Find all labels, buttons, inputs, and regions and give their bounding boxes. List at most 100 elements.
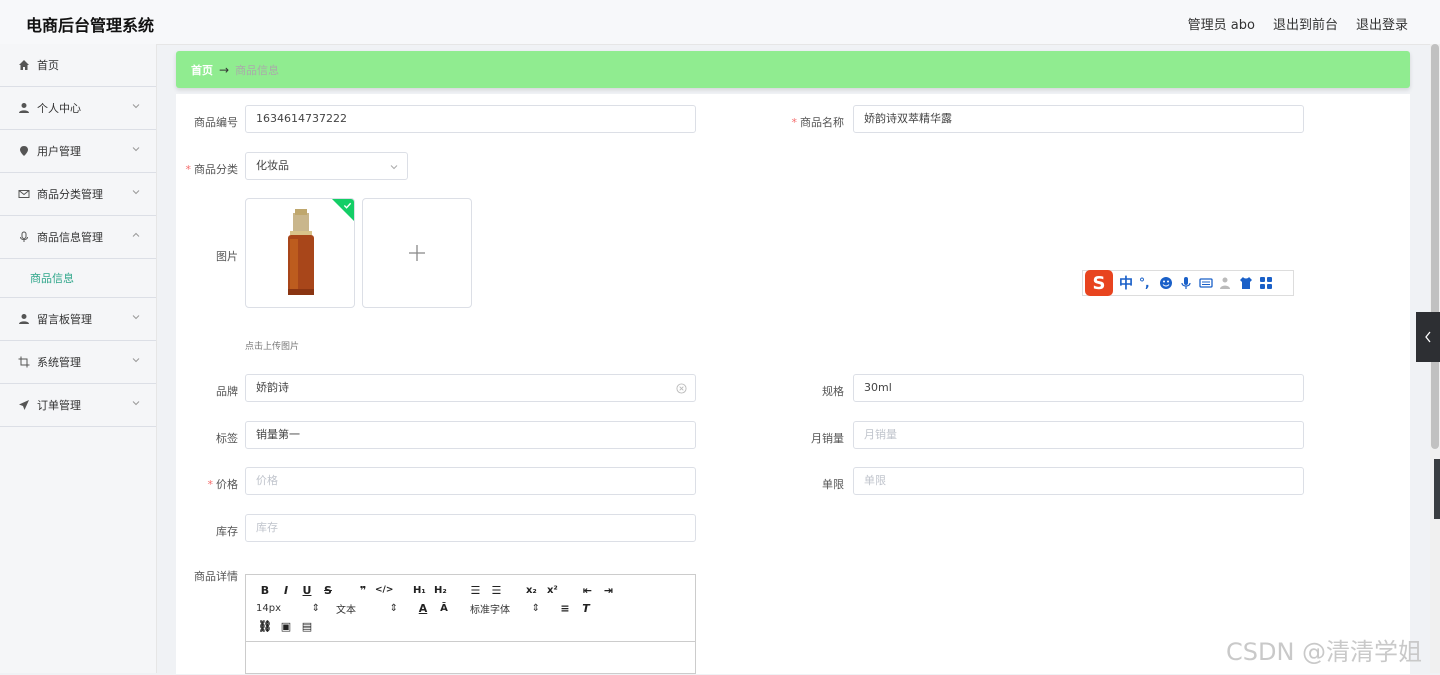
- bold-button[interactable]: B: [256, 582, 274, 598]
- chevron-down-icon: [132, 147, 140, 152]
- stock-input[interactable]: 库存: [245, 514, 696, 542]
- spec-label: 规格: [822, 385, 844, 398]
- product-form: 商品编号 1634614737222 * 商品名称 娇韵诗双萃精华露 * 商品分类 …: [176, 94, 1410, 674]
- stock-label: 库存: [216, 525, 238, 538]
- sidebar-item-message-board[interactable]: 留言板管理: [0, 298, 156, 341]
- keyboard-icon[interactable]: [1199, 276, 1213, 290]
- heading2-button[interactable]: H₂: [431, 582, 449, 598]
- sidebar-item-user-management[interactable]: 用户管理: [0, 130, 156, 173]
- scrollbar-thumb[interactable]: [1431, 44, 1439, 449]
- sidebar-item-label: 订单管理: [37, 399, 81, 412]
- product-code-input[interactable]: 1634614737222: [245, 105, 696, 133]
- image-icon[interactable]: ▣: [277, 618, 295, 634]
- align-icon[interactable]: ≡: [556, 600, 574, 616]
- product-code-label: 商品编号: [194, 116, 238, 129]
- tag-input[interactable]: 销量第一: [245, 421, 696, 449]
- microphone-icon: [18, 231, 30, 243]
- sidebar-item-label: 留言板管理: [37, 313, 92, 326]
- main-content: 首页 → 商品信息 商品编号 1634614737222 * 商品名称 娇韵诗双萃…: [176, 51, 1410, 674]
- editor-content[interactable]: [246, 642, 695, 675]
- voice-icon[interactable]: [1179, 276, 1193, 290]
- code-icon[interactable]: </>: [375, 582, 393, 598]
- chevron-down-icon: [132, 358, 140, 363]
- upload-hint: 点击上传图片: [245, 342, 300, 352]
- home-icon: [18, 59, 30, 71]
- skin-icon[interactable]: [1239, 276, 1253, 290]
- sidebar-subitem-product-info[interactable]: 商品信息: [0, 259, 156, 298]
- category-label: * 商品分类: [185, 163, 239, 176]
- brand-label: 品牌: [216, 385, 238, 398]
- sidebar-item-label: 首页: [37, 59, 59, 72]
- brand-value: 娇韵诗: [256, 381, 289, 394]
- sidebar-item-label: 个人中心: [37, 102, 81, 115]
- sidebar-item-category-management[interactable]: 商品分类管理: [0, 173, 156, 216]
- clear-format-icon[interactable]: T: [577, 600, 595, 616]
- video-icon[interactable]: ▤: [298, 618, 316, 634]
- ime-toolbar: S 中 °,: [1082, 270, 1294, 296]
- font-color-button[interactable]: A: [414, 600, 432, 616]
- subscript-button[interactable]: x₂: [522, 582, 540, 598]
- sogou-logo-icon: S: [1085, 270, 1113, 296]
- breadcrumb-current: 商品信息: [235, 63, 280, 77]
- editor-toolbar: B I U S ❞ </> H₁ H₂ ☰ ☰ x₂ x² ⇤ ⇥ 14px ⇕…: [246, 575, 695, 642]
- location-icon: [18, 145, 30, 157]
- brand-input[interactable]: 娇韵诗: [245, 374, 696, 402]
- apps-icon[interactable]: [1259, 276, 1273, 290]
- mail-icon: [18, 188, 30, 200]
- limit-input[interactable]: 单限: [853, 467, 1304, 495]
- upload-image-button[interactable]: [362, 198, 472, 308]
- sort-icon: ⇕: [389, 602, 398, 614]
- limit-label: 单限: [822, 478, 844, 491]
- uploaded-image-thumb[interactable]: [245, 198, 355, 308]
- link-icon[interactable]: ⛓: [256, 618, 274, 634]
- sidebar-item-home[interactable]: 首页: [0, 44, 156, 87]
- paragraph-value: 文本: [336, 604, 356, 616]
- italic-button[interactable]: I: [277, 582, 295, 598]
- sort-icon: ⇕: [311, 602, 320, 614]
- monthly-sales-input[interactable]: 月销量: [853, 421, 1304, 449]
- rich-text-editor: B I U S ❞ </> H₁ H₂ ☰ ☰ x₂ x² ⇤ ⇥ 14px ⇕…: [245, 574, 696, 674]
- strike-button[interactable]: S: [319, 582, 337, 598]
- watermark: CSDN @清清学姐: [1226, 638, 1423, 666]
- punctuation-icon[interactable]: °,: [1139, 276, 1153, 290]
- font-size-select[interactable]: 14px ⇕: [256, 603, 320, 614]
- font-family-select[interactable]: 标准字体 ⇕: [470, 601, 540, 616]
- tag-label: 标签: [216, 432, 238, 445]
- emoji-icon[interactable]: [1159, 276, 1173, 290]
- paragraph-select[interactable]: 文本 ⇕: [336, 601, 398, 616]
- side-panel-toggle[interactable]: [1416, 312, 1440, 362]
- exit-to-front-link[interactable]: 退出到前台: [1273, 14, 1338, 33]
- breadcrumb: 首页 → 商品信息: [176, 51, 1410, 88]
- top-header: 电商后台管理系统 管理员 abo 退出到前台 退出登录: [0, 0, 1440, 45]
- quote-icon[interactable]: ❞: [354, 582, 372, 598]
- user-icon[interactable]: [1219, 276, 1233, 290]
- sidebar-item-label: 商品信息管理: [37, 231, 103, 244]
- price-input[interactable]: 价格: [245, 467, 696, 495]
- outdent-icon[interactable]: ⇤: [578, 582, 596, 598]
- heading1-button[interactable]: H₁: [410, 582, 428, 598]
- indent-icon[interactable]: ⇥: [599, 582, 617, 598]
- superscript-button[interactable]: x²: [543, 582, 561, 598]
- underline-button[interactable]: U: [298, 582, 316, 598]
- breadcrumb-home[interactable]: 首页: [191, 62, 213, 78]
- arrow-right-icon: →: [219, 62, 230, 77]
- ordered-list-icon[interactable]: ☰: [466, 582, 484, 598]
- sidebar-item-label: 用户管理: [37, 145, 81, 158]
- product-name-input[interactable]: 娇韵诗双萃精华露: [853, 105, 1304, 133]
- sidebar-item-order-management[interactable]: 订单管理: [0, 384, 156, 427]
- spec-input[interactable]: 30ml: [853, 374, 1304, 402]
- logout-link[interactable]: 退出登录: [1356, 14, 1408, 33]
- sidebar-item-product-info-management[interactable]: 商品信息管理: [0, 216, 156, 259]
- bullet-list-icon[interactable]: ☰: [487, 582, 505, 598]
- detail-label: 商品详情: [194, 570, 238, 583]
- sidebar-item-system-management[interactable]: 系统管理: [0, 341, 156, 384]
- user-icon: [18, 102, 30, 114]
- chinese-mode-icon[interactable]: 中: [1119, 273, 1133, 293]
- category-value: 化妆品: [256, 159, 289, 172]
- edge-tab[interactable]: [1434, 459, 1440, 519]
- sidebar-item-personal-center[interactable]: 个人中心: [0, 87, 156, 130]
- category-select[interactable]: 化妆品: [245, 152, 408, 180]
- header-actions: 管理员 abo 退出到前台 退出登录: [1188, 14, 1408, 33]
- clear-icon[interactable]: [676, 383, 687, 394]
- background-color-button[interactable]: Ā: [435, 600, 453, 616]
